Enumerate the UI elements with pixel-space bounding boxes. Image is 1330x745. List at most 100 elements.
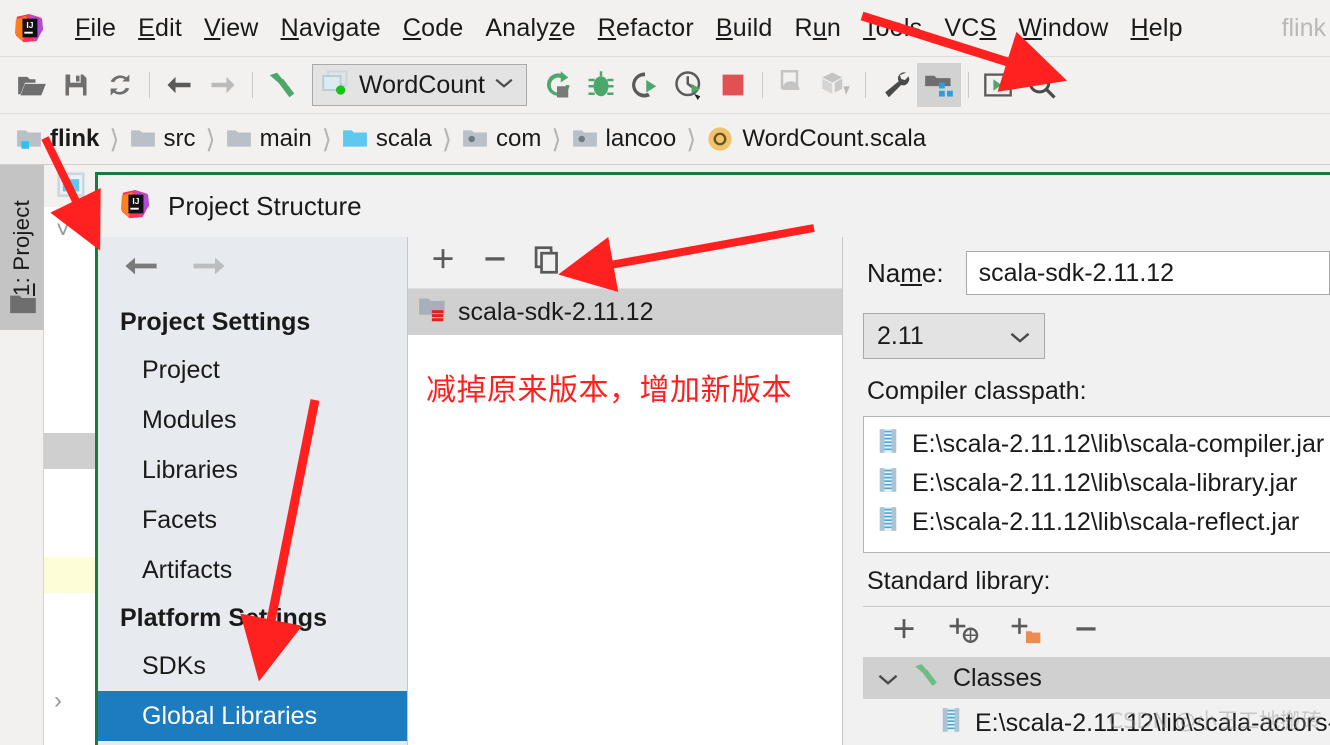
intellij-idea-logo: IJ — [14, 13, 44, 43]
package-icon — [463, 130, 487, 147]
menu-item-view[interactable]: View — [193, 14, 270, 43]
tree-child-jar[interactable]: E:\scala-2.11.12\lib\scala-actors- — [863, 699, 1330, 740]
application-window-icon — [322, 69, 350, 101]
debug-icon[interactable] — [579, 63, 623, 107]
breadcrumb-item-main[interactable]: main — [226, 125, 312, 153]
stop-icon[interactable] — [711, 63, 755, 107]
open-project-icon[interactable] — [10, 63, 54, 107]
breadcrumb-item-com[interactable]: com — [462, 125, 541, 153]
menu-item-window[interactable]: Window — [1007, 14, 1119, 43]
list-item[interactable]: E:\scala-2.11.12\lib\scala-compiler.jar — [864, 425, 1330, 464]
breadcrumb-label: scala — [375, 125, 432, 152]
toolbar-separator — [762, 72, 763, 98]
breadcrumb-label: main — [259, 125, 312, 152]
sidebar-item-modules[interactable]: Modules — [98, 395, 407, 445]
standard-library-section: Classes E:\scala-2.11.12\lib\scala-actor… — [863, 606, 1330, 740]
name-label: Name: — [867, 257, 944, 288]
build-hammer-icon[interactable] — [260, 63, 304, 107]
dialog-title: Project Structure — [168, 190, 362, 221]
project-structure-icon[interactable] — [917, 63, 961, 107]
name-input[interactable]: scala-sdk-2.11.12 — [965, 251, 1330, 295]
breadcrumb-item-flink[interactable]: flink — [16, 125, 99, 153]
sync-refresh-icon[interactable] — [98, 63, 142, 107]
main-toolbar: WordCount — [0, 57, 1330, 114]
breadcrumb-label: src — [163, 125, 196, 152]
sidebar-item-sdks[interactable]: SDKs — [98, 641, 407, 691]
project-structure-dialog: IJ Project Structure Project Settings Pr… — [95, 172, 1330, 745]
menu-item-vcs[interactable]: VCS — [933, 14, 1007, 43]
breadcrumb-separator: ⟩ — [551, 123, 562, 154]
jar-file-icon — [878, 428, 898, 461]
list-item[interactable]: scala-sdk-2.11.12 — [408, 289, 842, 335]
add-from-maven-icon[interactable] — [947, 615, 981, 650]
global-libraries-list-panel: scala-sdk-2.11.12 减掉原来版本，增加新版本 — [408, 237, 843, 745]
sidebar-item-facets[interactable]: Facets — [98, 495, 407, 545]
sidebar-item-libraries[interactable]: Libraries — [98, 445, 407, 495]
chevron-down-icon[interactable] — [877, 664, 899, 693]
breadcrumb-item-wordcount-scala[interactable]: WordCount.scala — [706, 125, 926, 153]
navigate-back-icon[interactable] — [157, 63, 201, 107]
breadcrumb-item-scala[interactable]: scala — [342, 125, 432, 153]
menu-item-analyze[interactable]: Analyze — [474, 14, 586, 43]
menu-item-file[interactable]: File — [64, 14, 127, 43]
menu-item-run[interactable]: Run — [783, 14, 851, 43]
profile-icon[interactable] — [667, 63, 711, 107]
save-all-icon[interactable] — [54, 63, 98, 107]
module-folder-icon — [17, 130, 41, 149]
scala-object-icon — [708, 127, 733, 151]
sidebar-item-project[interactable]: Project — [98, 345, 407, 395]
deploy-icon[interactable] — [814, 63, 858, 107]
name-field-row: Name: scala-sdk-2.11.12 — [843, 237, 1330, 295]
copy-icon[interactable] — [532, 245, 562, 280]
project-folder-icon — [9, 293, 37, 322]
breadcrumb: flink ⟩ src ⟩ main ⟩ scala ⟩ com ⟩ lanco… — [0, 114, 1330, 165]
tree-node-classes[interactable]: Classes — [863, 657, 1330, 699]
navigate-forward-icon[interactable] — [201, 63, 245, 107]
menu-item-help[interactable]: Help — [1119, 14, 1193, 43]
run-icon[interactable] — [535, 63, 579, 107]
breadcrumb-item-lancoo[interactable]: lancoo — [572, 125, 677, 153]
project-tab-label: 1: Project — [9, 199, 34, 296]
language-level-value: 2.11 — [877, 321, 924, 350]
add-from-directory-icon[interactable] — [1009, 615, 1043, 650]
sidebar-item-global-libraries[interactable]: Global Libraries — [98, 691, 407, 741]
toolbar-separator — [968, 72, 969, 98]
menu-item-build[interactable]: Build — [705, 14, 784, 43]
settings-wrench-icon[interactable] — [873, 63, 917, 107]
add-icon[interactable] — [889, 615, 919, 650]
list-item[interactable]: E:\scala-2.11.12\lib\scala-reflect.jar — [864, 503, 1330, 542]
dialog-body: Project Settings Project Modules Librari… — [98, 237, 1330, 745]
tree-collapse-chevron[interactable]: › — [54, 687, 62, 715]
list-item[interactable]: E:\scala-2.11.12\lib\scala-library.jar — [864, 464, 1330, 503]
breadcrumb-separator: ⟩ — [205, 123, 216, 154]
arrow-right-icon[interactable] — [190, 254, 228, 283]
run-with-coverage-icon[interactable] — [623, 63, 667, 107]
breadcrumb-label: com — [496, 125, 542, 152]
application-window-icon — [57, 172, 85, 197]
run-configuration-label: WordCount — [359, 70, 485, 99]
breadcrumb-item-src[interactable]: src — [130, 125, 196, 153]
tree-expand-chevron[interactable]: ˅ — [56, 217, 70, 245]
menu-item-edit[interactable]: Edit — [127, 14, 193, 43]
search-everywhere-icon[interactable] — [1020, 63, 1064, 107]
menu-item-refactor[interactable]: Refactor — [587, 14, 705, 43]
add-icon[interactable] — [428, 245, 458, 280]
library-detail-panel: Name: scala-sdk-2.11.12 2.11 Compiler cl… — [843, 237, 1330, 745]
menu-item-tools[interactable]: Tools — [852, 14, 933, 43]
jar-file-icon — [878, 506, 898, 539]
dialog-sidebar: Project Settings Project Modules Librari… — [98, 237, 408, 745]
arrow-left-icon[interactable] — [122, 254, 160, 283]
language-level-select[interactable]: 2.11 — [863, 313, 1045, 359]
menu-item-code[interactable]: Code — [392, 14, 475, 43]
menu-item-navigate[interactable]: Navigate — [270, 14, 392, 43]
run-configuration-selector[interactable]: WordCount — [312, 64, 527, 106]
jar-path: E:\scala-2.11.12\lib\scala-reflect.jar — [912, 508, 1300, 536]
attach-to-process-icon[interactable] — [770, 63, 814, 107]
remove-icon[interactable] — [480, 245, 510, 280]
terminal-icon[interactable] — [976, 63, 1020, 107]
sidebar-item-artifacts[interactable]: Artifacts — [98, 545, 407, 595]
chevron-down-icon — [494, 76, 514, 94]
breadcrumb-label: lancoo — [605, 125, 677, 152]
window-title: flink — [1281, 13, 1326, 42]
remove-icon[interactable] — [1071, 615, 1101, 650]
